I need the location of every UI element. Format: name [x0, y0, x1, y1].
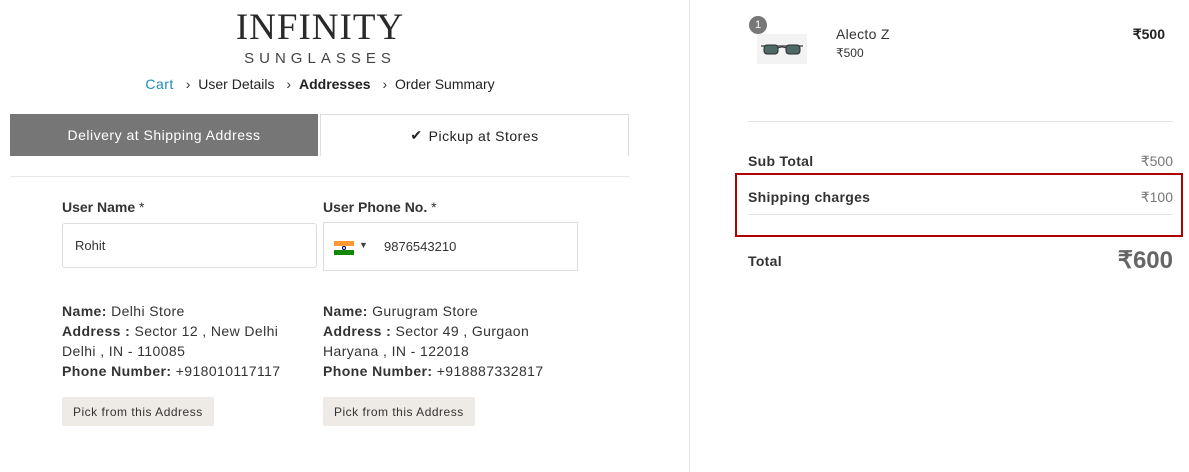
sunglasses-thumbnail-icon — [757, 34, 807, 64]
store-name-label: Name: — [323, 303, 368, 319]
store-phone: +918887332817 — [436, 363, 544, 379]
pick-address-button-delhi[interactable]: Pick from this Address — [62, 397, 214, 426]
store-name: Gurugram Store — [372, 303, 479, 319]
store-address-line2: Haryana , IN - 122018 — [323, 343, 470, 359]
divider — [748, 121, 1173, 122]
brand-name: INFINITY — [235, 7, 405, 48]
tab-delivery-shipping[interactable]: Delivery at Shipping Address — [10, 114, 318, 156]
chevron-right-icon: › — [382, 76, 388, 92]
checkout-panel: INFINITY SUNGLASSES Cart › User Details … — [0, 0, 690, 472]
tab-pickup-label: Pickup at Stores — [428, 127, 539, 144]
user-name-label-text: User Name — [62, 199, 136, 215]
store-address-line1: Sector 12 , New Delhi — [134, 323, 279, 339]
store-address-line2: Delhi , IN - 110085 — [62, 343, 186, 359]
store-phone-line: Phone Number: +918887332817 — [323, 361, 544, 381]
chevron-right-icon: › — [286, 76, 292, 92]
divider — [10, 176, 630, 177]
store-address-line: Address : Sector 49 , Gurgaon — [323, 321, 544, 341]
store-name: Delhi Store — [111, 303, 185, 319]
product-price: ₹500 — [1132, 26, 1165, 42]
subtotal-label: Sub Total — [748, 153, 814, 169]
required-mark: * — [139, 199, 145, 215]
user-name-label: User Name * — [62, 199, 145, 215]
store-phone-label: Phone Number: — [323, 363, 433, 379]
store-address-label: Address : — [62, 323, 131, 339]
shipping-highlight-box — [735, 173, 1183, 237]
store-address-label: Address : — [323, 323, 392, 339]
user-phone-label-text: User Phone No. — [323, 199, 428, 215]
pick-address-button-gurugram[interactable]: Pick from this Address — [323, 397, 475, 426]
user-name-input[interactable] — [62, 223, 317, 268]
phone-field: ▼ 9876543210 — [323, 222, 578, 271]
total-value: ₹600 — [1117, 247, 1173, 274]
store-name-line: Name: Gurugram Store — [323, 301, 544, 321]
store-address-line1: Sector 49 , Gurgaon — [395, 323, 530, 339]
address-tabs: Delivery at Shipping Address ✔ Pickup at… — [10, 114, 630, 156]
brand-logo[interactable]: INFINITY SUNGLASSES — [0, 7, 640, 68]
breadcrumb: Cart › User Details › Addresses › Order … — [0, 76, 640, 92]
store-name-line: Name: Delhi Store — [62, 301, 280, 321]
product-unit-price: ₹500 — [836, 46, 864, 60]
brand-tagline: SUNGLASSES — [244, 50, 396, 67]
tab-pickup-stores[interactable]: ✔ Pickup at Stores — [320, 114, 629, 156]
breadcrumb-cart[interactable]: Cart — [145, 76, 173, 92]
breadcrumb-user-details: User Details — [198, 76, 275, 92]
store-phone-label: Phone Number: — [62, 363, 172, 379]
order-summary-panel: 1 Alecto Z ₹500 ₹500 Sub Total ₹500 Ship… — [690, 0, 1189, 472]
store-card-gurugram: Name: Gurugram Store Address : Sector 49… — [323, 301, 544, 381]
store-phone-line: Phone Number: +918010117117 — [62, 361, 280, 381]
store-name-label: Name: — [62, 303, 107, 319]
subtotal-value: ₹500 — [1140, 153, 1173, 169]
required-mark: * — [431, 199, 437, 215]
india-flag-icon[interactable] — [334, 241, 354, 256]
total-label: Total — [748, 253, 782, 269]
check-icon: ✔ — [410, 127, 423, 143]
user-phone-label: User Phone No. * — [323, 199, 437, 215]
chevron-right-icon: › — [185, 76, 191, 92]
tab-delivery-label: Delivery at Shipping Address — [67, 127, 261, 143]
store-phone: +918010117117 — [175, 363, 281, 379]
quantity-badge: 1 — [749, 16, 767, 34]
store-card-delhi: Name: Delhi Store Address : Sector 12 , … — [62, 301, 280, 381]
caret-down-icon[interactable]: ▼ — [359, 240, 368, 250]
breadcrumb-addresses: Addresses — [298, 76, 371, 92]
store-address-line: Address : Sector 12 , New Delhi — [62, 321, 280, 341]
breadcrumb-order-summary: Order Summary — [395, 76, 495, 92]
phone-input[interactable]: 9876543210 — [384, 239, 456, 254]
product-name: Alecto Z — [836, 26, 890, 42]
